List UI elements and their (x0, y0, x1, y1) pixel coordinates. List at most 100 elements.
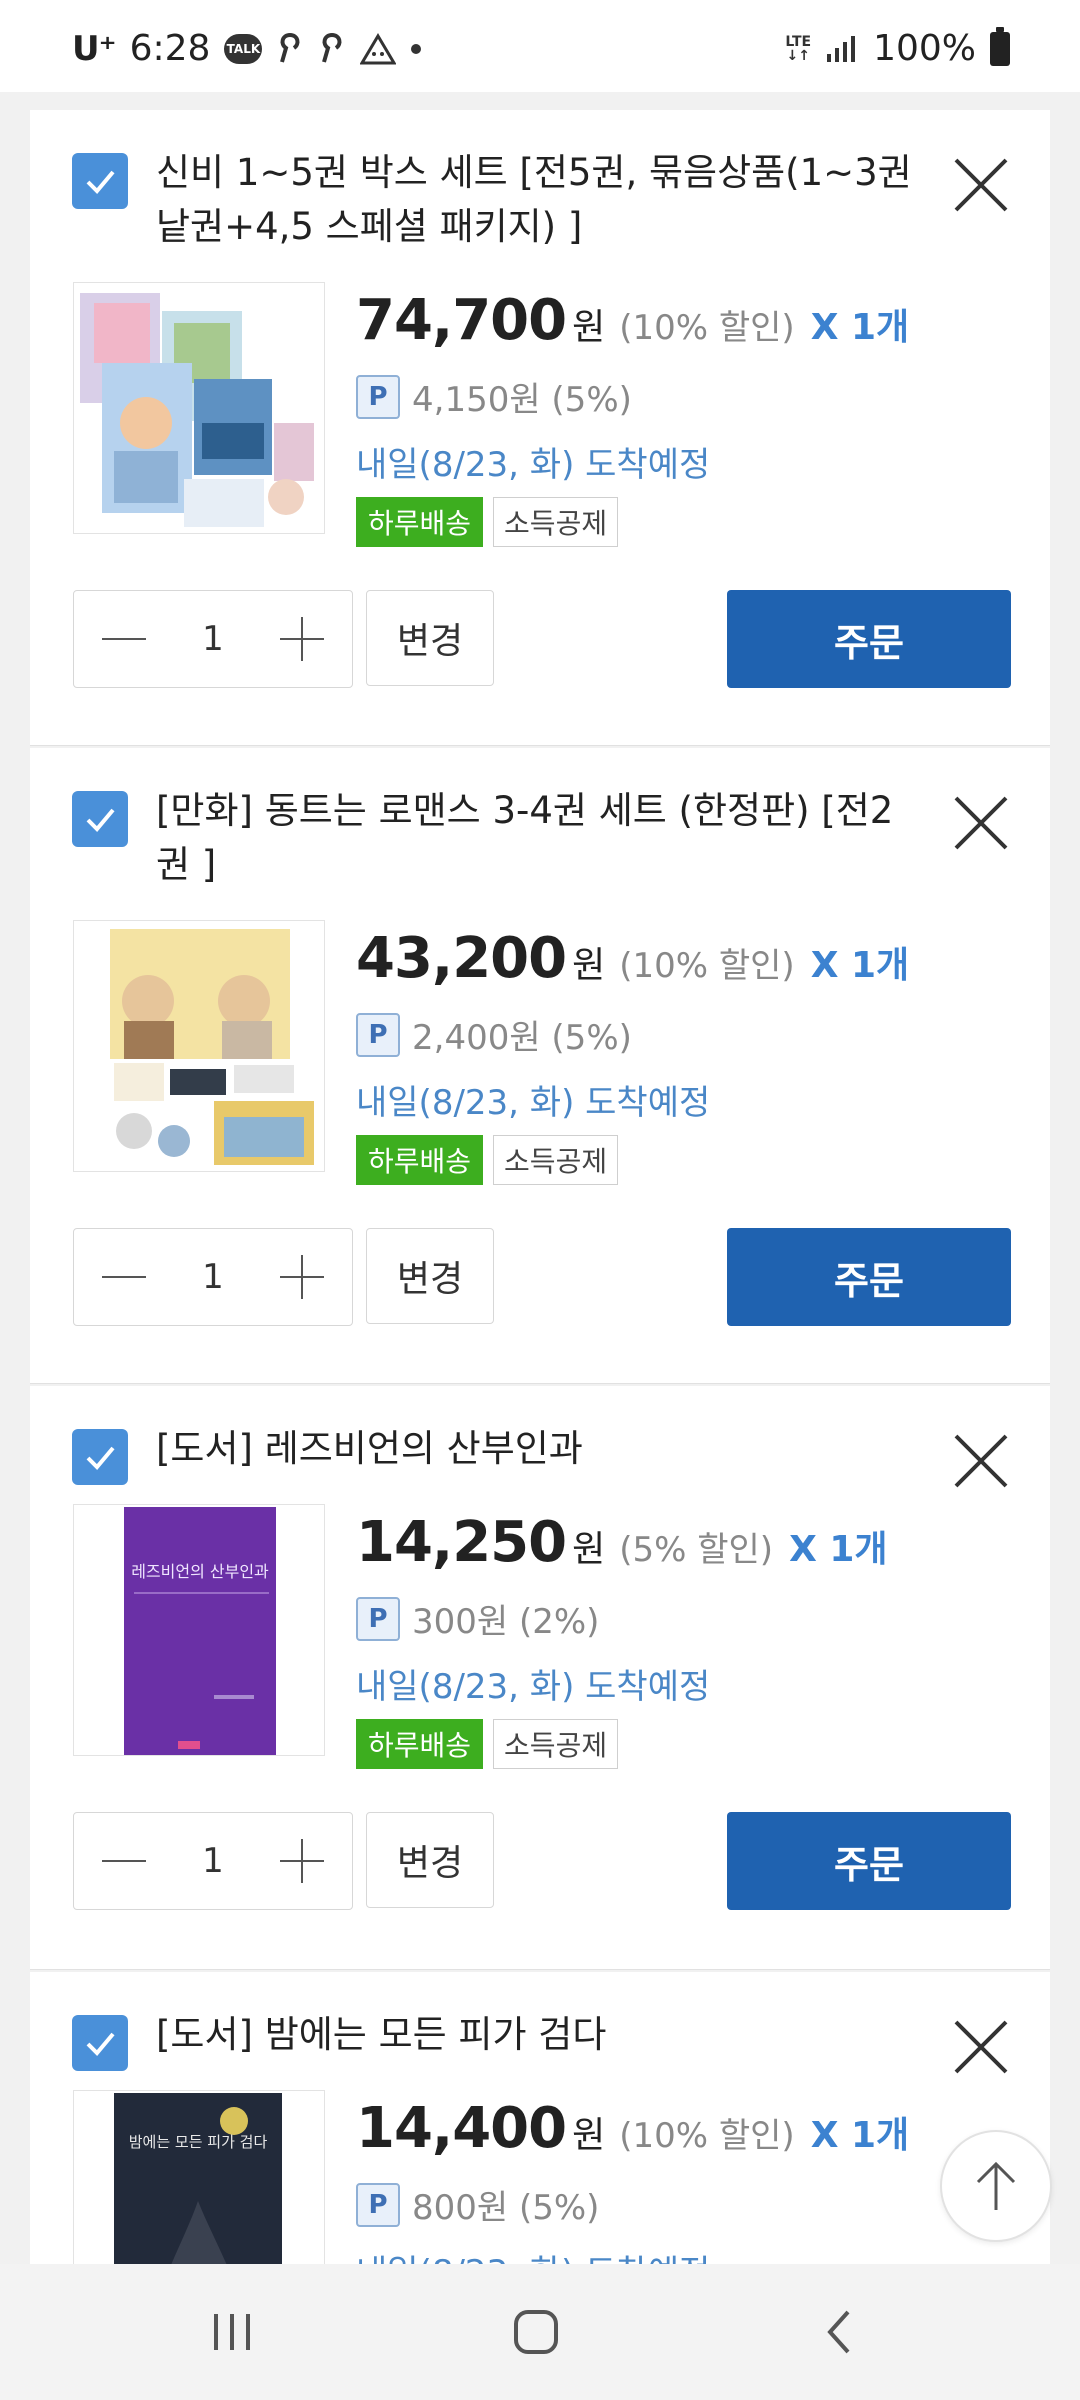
currency-label: 원 (572, 1529, 606, 1570)
plus-button[interactable] (279, 1839, 324, 1883)
item-thumbnail[interactable] (73, 920, 325, 1172)
check-icon (86, 170, 115, 194)
close-icon[interactable] (952, 2018, 1010, 2076)
item-thumbnail[interactable] (73, 282, 325, 534)
discount-label: (10% 할인) (619, 308, 795, 348)
discount-label: (5% 할인) (619, 1530, 774, 1570)
minus-button[interactable] (102, 1860, 146, 1862)
talk-icon: TALK (224, 33, 263, 64)
scroll-to-top-button[interactable] (940, 2130, 1052, 2242)
check-icon (86, 1446, 115, 1470)
carrier-label: U⁺ (72, 28, 117, 69)
minus-button[interactable] (102, 1276, 146, 1278)
price-row: 14,250 원 (5% 할인) X 1개 (356, 1510, 888, 1575)
point-badge: P (356, 374, 400, 419)
cover-title: 레즈비언의 산부인과 (131, 1562, 269, 1581)
close-icon[interactable] (952, 1432, 1010, 1490)
currency-label: 원 (572, 945, 606, 986)
item-checkbox[interactable] (72, 153, 128, 209)
item-title[interactable]: [도서] 밤에는 모든 피가 검다 (156, 2008, 916, 2062)
order-button[interactable]: 주문 (727, 1812, 1011, 1910)
cart-list[interactable]: 신비 1~5권 박스 세트 [전5권, 묶음상품(1~3권 낱권+4,5 스페셜… (30, 110, 1050, 2264)
fast-delivery-badge: 하루배송 (356, 1719, 484, 1769)
change-button[interactable]: 변경 (366, 590, 494, 686)
fast-delivery-badge: 하루배송 (356, 497, 484, 547)
battery-percent: 100% (873, 28, 976, 69)
cart-item: [도서] 밤에는 모든 피가 검다 밤에는 모든 피가 검다 14,400 원 … (30, 1972, 1050, 2264)
notification-icon (318, 32, 346, 66)
arrow-up-icon (976, 2161, 1016, 2210)
notification-icon (276, 32, 304, 66)
item-checkbox[interactable] (72, 1429, 128, 1485)
point-amount: 2,400원 (5%) (412, 1018, 632, 1058)
item-tags: 하루배송 소득공제 (356, 497, 619, 547)
item-title[interactable]: [만화] 동트는 로맨스 3-4권 세트 (한정판) [전2권 ] (156, 784, 916, 892)
point-row: P 4,150원 (5%) (356, 372, 632, 421)
delivery-date: 내일(8/23, 화) 도착예정 (356, 445, 711, 485)
close-icon[interactable] (952, 156, 1010, 214)
currency-label: 원 (572, 2115, 606, 2156)
item-price: 43,200 (356, 926, 567, 991)
recent-apps-button[interactable] (192, 2294, 272, 2370)
home-button[interactable] (496, 2294, 576, 2370)
item-price: 14,250 (356, 1510, 567, 1575)
item-thumbnail[interactable]: 레즈비언의 산부인과 (73, 1504, 325, 1756)
quantity-value[interactable]: 1 (202, 1841, 224, 1881)
point-badge: P (356, 1012, 400, 1057)
book-cover-image (74, 921, 324, 1171)
item-tags: 하루배송 소득공제 (356, 1135, 619, 1185)
plus-button[interactable] (279, 1255, 324, 1299)
fast-delivery-badge: 하루배송 (356, 1135, 484, 1185)
status-bar-right: LTE ↓↑ 100% (785, 26, 1010, 69)
change-button[interactable]: 변경 (366, 1812, 494, 1908)
signal-icon (825, 34, 859, 64)
lte-icon: LTE ↓↑ (785, 35, 811, 63)
item-thumbnail[interactable]: 밤에는 모든 피가 검다 (73, 2090, 325, 2264)
battery-icon (990, 26, 1010, 66)
cover-title: 밤에는 모든 피가 검다 (129, 2133, 268, 2151)
discount-label: (10% 할인) (619, 946, 795, 986)
change-button[interactable]: 변경 (366, 1228, 494, 1324)
quantity-stepper: 1 (73, 590, 353, 688)
item-title[interactable]: [도서] 레즈비언의 산부인과 (156, 1422, 916, 1476)
order-button[interactable]: 주문 (727, 590, 1011, 688)
item-checkbox[interactable] (72, 2015, 128, 2071)
cart-item: 신비 1~5권 박스 세트 [전5권, 묶음상품(1~3권 낱권+4,5 스페셜… (30, 110, 1050, 746)
back-button[interactable] (800, 2294, 880, 2370)
delivery-date: 내일(8/23, 화) 도착예정 (356, 1083, 711, 1123)
point-amount: 800원 (5%) (412, 2188, 600, 2228)
point-amount: 300원 (2%) (412, 1602, 600, 1642)
order-button[interactable]: 주문 (727, 1228, 1011, 1326)
system-navigation-bar (0, 2264, 1080, 2400)
cart-item: [도서] 레즈비언의 산부인과 레즈비언의 산부인과 14,250 원 (5% … (30, 1386, 1050, 1970)
close-icon[interactable] (952, 794, 1010, 852)
discount-label: (10% 할인) (619, 2116, 795, 2156)
minus-button[interactable] (102, 638, 146, 640)
status-bar: U⁺ 6:28 TALK LTE ↓↑ 100% (0, 0, 1080, 92)
data-arrows-icon: ↓↑ (786, 47, 810, 64)
point-row: P 300원 (2%) (356, 1594, 599, 1643)
point-badge: P (356, 1596, 400, 1641)
status-bar-left: U⁺ 6:28 TALK (72, 28, 422, 69)
check-icon (86, 808, 115, 832)
plus-button[interactable] (279, 617, 324, 661)
item-price: 14,400 (356, 2096, 567, 2161)
delivery-date: 내일(8/23, 화) 도착예정 (356, 2245, 710, 2264)
item-title[interactable]: 신비 1~5권 박스 세트 [전5권, 묶음상품(1~3권 낱권+4,5 스페셜… (156, 146, 916, 254)
currency-label: 원 (572, 307, 606, 348)
tax-deduction-badge: 소득공제 (493, 1135, 619, 1185)
quantity-stepper: 1 (73, 1228, 353, 1326)
point-row: P 800원 (5%) (356, 2180, 599, 2229)
warning-icon (360, 32, 397, 65)
quantity-value[interactable]: 1 (202, 1257, 224, 1297)
quantity-tag: X 1개 (789, 1529, 888, 1570)
price-row: 43,200 원 (10% 할인) X 1개 (356, 926, 909, 991)
home-icon (514, 2310, 558, 2354)
cart-item: [만화] 동트는 로맨스 3-4권 세트 (한정판) [전2권 ] 43,200… (30, 748, 1050, 1384)
back-icon (827, 2310, 850, 2354)
clock: 6:28 (129, 28, 211, 69)
item-checkbox[interactable] (72, 791, 128, 847)
point-amount: 4,150원 (5%) (412, 380, 632, 420)
recent-apps-icon (214, 2314, 250, 2350)
quantity-value[interactable]: 1 (202, 619, 224, 659)
